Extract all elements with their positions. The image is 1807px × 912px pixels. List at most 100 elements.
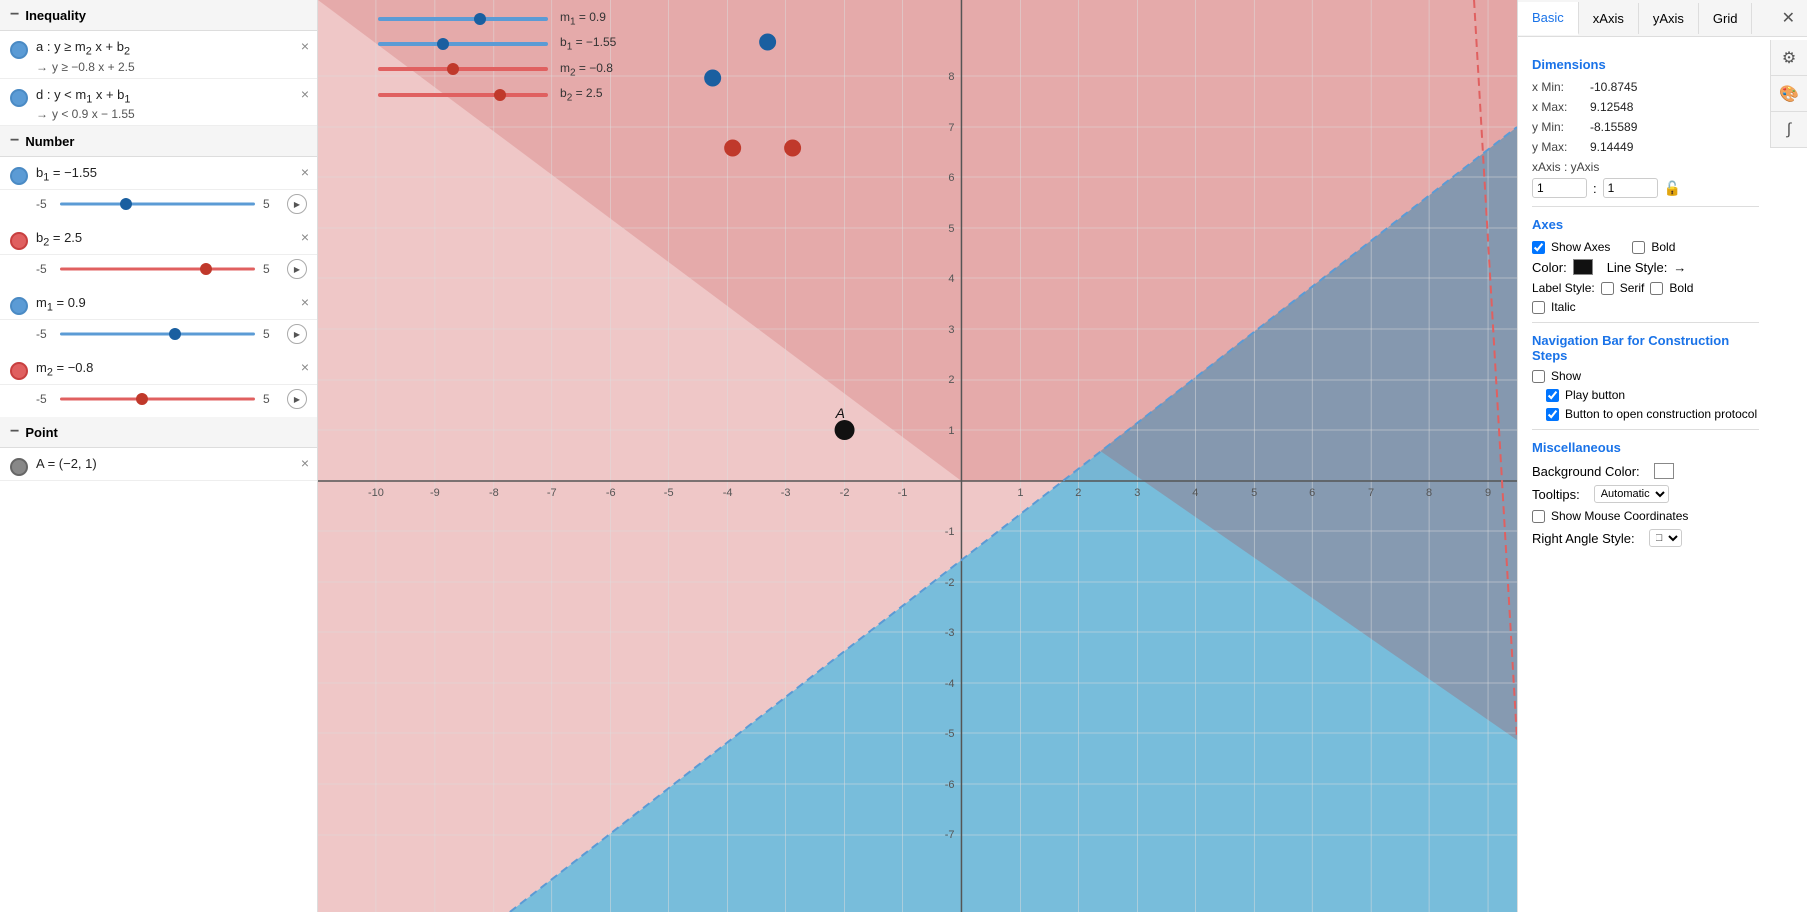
close-b1-btn[interactable]: ×: [301, 165, 309, 179]
m1-slider-container[interactable]: [60, 326, 255, 342]
item-a-label: a : y ≥ m2 x + b2: [36, 39, 307, 58]
b1-play-btn[interactable]: ▶: [287, 194, 307, 214]
ratio-x-input[interactable]: [1532, 178, 1587, 198]
open-protocol-checkbox[interactable]: [1546, 408, 1559, 421]
divider-3: [1532, 429, 1759, 430]
axes-title: Axes: [1532, 217, 1759, 232]
svg-text:1: 1: [948, 425, 954, 437]
graph-svg[interactable]: -10 -9 -8 -7 -6 -5 -4 -3 -2 -1 1 2 3 4 5…: [318, 0, 1517, 912]
open-protocol-label: Button to open construction protocol: [1565, 407, 1757, 421]
ymin-label: y Min:: [1532, 120, 1582, 134]
m2-max-label: 5: [263, 392, 279, 406]
b2-play-btn[interactable]: ▶: [287, 259, 307, 279]
svg-text:9: 9: [1485, 487, 1491, 499]
b2-slider-container[interactable]: [60, 261, 255, 277]
right-panel-content: Dimensions x Min: -10.8745 x Max: 9.1254…: [1518, 37, 1807, 912]
tab-yaxis[interactable]: yAxis: [1639, 3, 1699, 34]
ratio-y-input[interactable]: [1603, 178, 1658, 198]
number-section-header[interactable]: − Number: [0, 126, 317, 157]
ts-m1-thumb[interactable]: [474, 13, 486, 25]
b1-thumb[interactable]: [120, 198, 132, 210]
axes-color-swatch[interactable]: [1573, 259, 1593, 275]
inequality-section-header[interactable]: − Inequality: [0, 0, 317, 31]
label-style-label: Label Style:: [1532, 281, 1595, 295]
right-panel-close[interactable]: ✕: [1770, 0, 1807, 36]
canvas-area[interactable]: m1 = 0.9 b1 = −1.55 m2 = −0.8 b2 = 2.5: [318, 0, 1517, 912]
close-A-btn[interactable]: ×: [301, 456, 309, 470]
close-a-btn[interactable]: ×: [301, 39, 309, 53]
italic-checkbox[interactable]: [1532, 301, 1545, 314]
tab-basic[interactable]: Basic: [1518, 2, 1579, 35]
right-panel: Basic xAxis yAxis Grid ✕ ⚙ 🎨 ∫ Dimension…: [1517, 0, 1807, 912]
ts-m2-thumb[interactable]: [447, 63, 459, 75]
ratio-colon: :: [1593, 181, 1597, 196]
ts-m1-label: m1 = 0.9: [560, 10, 606, 27]
show-nav-checkbox[interactable]: [1532, 370, 1545, 383]
dot-b2: [10, 232, 28, 250]
svg-text:2: 2: [948, 374, 954, 386]
ts-b2-thumb[interactable]: [494, 89, 506, 101]
m2-slider-container[interactable]: [60, 391, 255, 407]
m2-thumb[interactable]: [136, 393, 148, 405]
point-A[interactable]: [835, 420, 855, 440]
m1-control-point[interactable]: [760, 34, 776, 50]
mouse-coords-row: Show Mouse Coordinates: [1532, 509, 1759, 523]
svg-text:-3: -3: [945, 627, 955, 639]
bg-color-swatch[interactable]: [1654, 463, 1674, 479]
tooltips-select[interactable]: Automatic On Off: [1594, 485, 1669, 503]
item-m2-row: m2 = −0.8 ×: [0, 352, 317, 385]
svg-text:4: 4: [948, 273, 954, 285]
nav-sub-options: Play button Button to open construction …: [1546, 388, 1759, 421]
svg-text:-5: -5: [945, 728, 955, 740]
close-m1-btn[interactable]: ×: [301, 295, 309, 309]
bold-axes-checkbox[interactable]: [1632, 241, 1645, 254]
m1-thumb[interactable]: [169, 328, 181, 340]
right-angle-select[interactable]: □: [1649, 529, 1682, 547]
xmax-value: 9.12548: [1590, 100, 1633, 114]
number-collapse[interactable]: −: [10, 132, 19, 150]
xmin-value: -10.8745: [1590, 80, 1637, 94]
right-angle-label: Right Angle Style:: [1532, 531, 1635, 546]
mouse-coords-checkbox[interactable]: [1532, 510, 1545, 523]
m2-play-btn[interactable]: ▶: [287, 389, 307, 409]
ratio-row: : 🔓: [1532, 178, 1759, 198]
gear-icon-btn[interactable]: ⚙: [1771, 40, 1807, 76]
tab-grid[interactable]: Grid: [1699, 3, 1753, 34]
b2-control-point[interactable]: [785, 140, 801, 156]
ts-b1-thumb[interactable]: [437, 38, 449, 50]
dot-m1: [10, 297, 28, 315]
item-b2-row: b2 = 2.5 ×: [0, 222, 317, 255]
b2-max-label: 5: [263, 262, 279, 276]
function-icon-btn[interactable]: ∫: [1771, 112, 1807, 148]
bg-color-label: Background Color:: [1532, 464, 1640, 479]
svg-text:7: 7: [1368, 487, 1374, 499]
point-section-header[interactable]: − Point: [0, 417, 317, 448]
b2-thumb[interactable]: [200, 263, 212, 275]
b1-slider-container[interactable]: [60, 196, 255, 212]
close-b2-btn[interactable]: ×: [301, 230, 309, 244]
play-button-checkbox[interactable]: [1546, 389, 1559, 402]
xmax-row: x Max: 9.12548: [1532, 100, 1759, 114]
item-b1-content: b1 = −1.55: [36, 165, 307, 184]
m2-control-point[interactable]: [725, 140, 741, 156]
inequality-collapse[interactable]: −: [10, 6, 19, 24]
b1-control-point[interactable]: [705, 70, 721, 86]
bold-label-checkbox[interactable]: [1650, 282, 1663, 295]
item-d-sub: → y < 0.9 x − 1.55: [36, 107, 307, 121]
palette-icon-btn[interactable]: 🎨: [1771, 76, 1807, 112]
close-d-btn[interactable]: ×: [301, 87, 309, 101]
show-nav-label: Show: [1551, 369, 1581, 383]
b1-min-label: -5: [36, 197, 52, 211]
svg-text:8: 8: [948, 71, 954, 83]
close-m2-btn[interactable]: ×: [301, 360, 309, 374]
item-A-row: A = (−2, 1) ×: [0, 448, 317, 481]
ymax-label: y Max:: [1532, 140, 1582, 154]
point-collapse[interactable]: −: [10, 423, 19, 441]
serif-checkbox[interactable]: [1601, 282, 1614, 295]
show-axes-checkbox[interactable]: [1532, 241, 1545, 254]
lock-icon[interactable]: 🔓: [1664, 180, 1681, 197]
bg-color-row: Background Color:: [1532, 463, 1759, 479]
open-protocol-row: Button to open construction protocol: [1546, 407, 1759, 421]
m1-play-btn[interactable]: ▶: [287, 324, 307, 344]
tab-xaxis[interactable]: xAxis: [1579, 3, 1639, 34]
